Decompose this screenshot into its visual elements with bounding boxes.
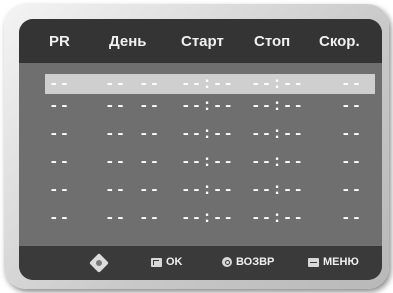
row-start: --:-- [181,153,235,171]
row-pr: -- [49,97,71,115]
row-day-2: -- [139,125,161,143]
ok-hint: OK [151,256,183,268]
program-row-3[interactable]: -- -- -- --:-- --:-- -- [19,124,382,144]
row-stop: --:-- [251,181,305,199]
dpad-center-icon [96,260,102,266]
row-day-1: -- [105,125,127,143]
row-pr: -- [49,153,71,171]
row-day-1: -- [105,97,127,115]
menu-label: МЕНЮ [323,256,359,268]
back-hint: ВОЗВР [222,256,274,268]
row-stop: --:-- [251,75,305,93]
header-pr: PR [49,33,70,50]
row-start: --:-- [181,209,235,227]
row-speed: -- [341,75,363,93]
row-day-2: -- [139,153,161,171]
device-frame: PR День Старт Стоп Скор. -- -- -- --:-- … [4,4,389,289]
back-label: ВОЗВР [236,256,275,268]
row-day-1: -- [105,209,127,227]
row-day-2: -- [139,97,161,115]
row-pr: -- [49,209,71,227]
menu-icon [308,257,319,267]
program-row-6[interactable]: -- -- -- --:-- --:-- -- [19,208,382,228]
row-day-2: -- [139,209,161,227]
row-day-1: -- [105,153,127,171]
program-row-2[interactable]: -- -- -- --:-- --:-- -- [19,96,382,116]
row-pr: -- [49,75,71,93]
row-speed: -- [341,153,363,171]
row-speed: -- [341,209,363,227]
program-row-5[interactable]: -- -- -- --:-- --:-- -- [19,180,382,200]
ok-icon [151,257,162,267]
return-icon [222,257,232,267]
row-day-2: -- [139,75,161,93]
row-stop: --:-- [251,153,305,171]
header-speed: Скор. [319,33,360,50]
row-stop: --:-- [251,97,305,115]
row-stop: --:-- [251,209,305,227]
table-header: PR День Старт Стоп Скор. [19,19,382,63]
timer-program-screen: PR День Старт Стоп Скор. -- -- -- --:-- … [19,19,382,280]
row-speed: -- [341,97,363,115]
row-pr: -- [49,125,71,143]
header-start: Старт [181,33,224,50]
row-pr: -- [49,181,71,199]
control-hint-bar: OK ВОЗВР МЕНЮ [19,246,382,280]
row-day-1: -- [105,75,127,93]
row-start: --:-- [181,181,235,199]
menu-hint: МЕНЮ [308,256,359,268]
row-start: --:-- [181,75,235,93]
row-speed: -- [341,125,363,143]
ok-label: OK [166,256,183,268]
header-stop: Стоп [254,33,291,50]
program-row-1[interactable]: -- -- -- --:-- --:-- -- [45,74,375,94]
dpad-icon [89,253,109,273]
program-row-4[interactable]: -- -- -- --:-- --:-- -- [19,152,382,172]
row-day-1: -- [105,181,127,199]
row-start: --:-- [181,97,235,115]
row-start: --:-- [181,125,235,143]
row-speed: -- [341,181,363,199]
row-stop: --:-- [251,125,305,143]
row-day-2: -- [139,181,161,199]
header-day: День [109,33,147,50]
